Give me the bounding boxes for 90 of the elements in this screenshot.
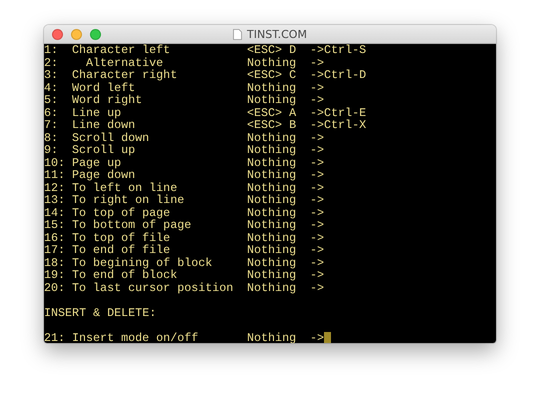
key-binding: Nothing	[247, 269, 298, 282]
key-mapping: ->	[310, 82, 324, 94]
command-label: To end of block	[72, 269, 178, 282]
command-label: To bottom of page	[72, 219, 192, 232]
command-label: Insert mode on/off	[72, 332, 198, 343]
command-label: To last cursor position	[72, 282, 234, 294]
key-mapping: ->	[310, 194, 324, 206]
line-number: 18:	[44, 256, 65, 269]
command-label: Character left	[72, 44, 170, 56]
line-number: 3:	[44, 69, 58, 82]
key-mapping: ->	[310, 169, 324, 182]
key-binding: Nothing	[247, 94, 298, 106]
key-mapping: ->	[310, 132, 324, 144]
key-binding: Nothing	[247, 169, 298, 182]
key-mapping: ->	[310, 244, 324, 256]
key-binding: Nothing	[247, 332, 298, 343]
line-number: 7:	[44, 119, 58, 132]
key-binding: Nothing	[247, 282, 298, 294]
line-number: 9:	[44, 144, 58, 156]
key-binding: Nothing	[247, 244, 298, 256]
document-icon	[233, 28, 242, 40]
key-mapping: ->Ctrl-E	[310, 106, 366, 119]
command-label: To top of file	[72, 232, 170, 244]
line-number: 1:	[44, 44, 58, 56]
line-number: 11:	[44, 169, 65, 182]
key-mapping: ->Ctrl-S	[310, 44, 366, 56]
key-mapping: ->	[310, 256, 324, 269]
key-mapping: ->	[310, 282, 324, 294]
line-number: 4:	[44, 82, 58, 94]
section-heading: INSERT & DELETE:	[44, 306, 156, 319]
key-binding: <ESC> D	[247, 44, 298, 56]
command-label: Line down	[72, 119, 136, 132]
command-label: Line up	[72, 106, 122, 119]
key-mapping: ->	[310, 156, 324, 169]
key-binding: Nothing	[247, 232, 298, 244]
key-mapping: ->Ctrl-D	[310, 69, 366, 82]
key-mapping: ->	[310, 332, 324, 343]
key-mapping: ->	[310, 56, 324, 69]
key-binding: <ESC> C	[247, 69, 298, 82]
line-number: 13:	[44, 194, 65, 206]
key-mapping: ->	[310, 144, 324, 156]
zoom-button[interactable]	[90, 29, 101, 40]
key-binding: Nothing	[247, 144, 298, 156]
command-label: Page up	[72, 156, 122, 169]
line-number: 21:	[44, 332, 65, 343]
command-label: To end of file	[72, 244, 170, 256]
key-mapping: ->	[310, 219, 324, 232]
line-number: 5:	[44, 94, 58, 106]
key-mapping: ->	[310, 269, 324, 282]
command-label: To left on line	[72, 182, 178, 194]
key-binding: Nothing	[247, 82, 298, 94]
key-binding: Nothing	[247, 56, 298, 69]
command-label: Word right	[72, 94, 142, 106]
close-button[interactable]	[52, 29, 63, 40]
key-binding: Nothing	[247, 256, 298, 269]
command-label: Scroll down	[72, 132, 150, 144]
key-binding: Nothing	[247, 132, 298, 144]
command-label: Character right	[72, 69, 178, 82]
line-number: 12:	[44, 182, 65, 194]
key-mapping: ->	[310, 182, 324, 194]
key-mapping: ->	[310, 94, 324, 106]
key-binding: Nothing	[247, 182, 298, 194]
command-label: Page down	[72, 169, 136, 182]
line-number: 20:	[44, 282, 65, 294]
key-binding: Nothing	[247, 194, 298, 206]
command-label: Word left	[72, 82, 136, 94]
key-binding: <ESC> A	[247, 106, 298, 119]
line-number: 15:	[44, 219, 65, 232]
line-number: 19:	[44, 269, 65, 282]
line-number: 14:	[44, 206, 65, 219]
key-mapping: ->	[310, 232, 324, 244]
key-binding: Nothing	[247, 206, 298, 219]
key-mapping: ->	[310, 206, 324, 219]
key-binding: Nothing	[247, 219, 298, 232]
command-label: To right on line	[72, 194, 184, 206]
key-binding: Nothing	[247, 156, 298, 169]
command-label: Scroll up	[72, 144, 136, 156]
line-number: 10:	[44, 156, 65, 169]
key-mapping: ->Ctrl-X	[310, 119, 366, 132]
command-label: To top of page	[72, 206, 170, 219]
key-binding: <ESC> B	[247, 119, 298, 132]
line-number: 2:	[44, 56, 58, 69]
line-number: 16:	[44, 232, 65, 244]
window-title: TINST.COM	[247, 28, 307, 40]
minimize-button[interactable]	[71, 29, 82, 40]
line-number: 8:	[44, 132, 58, 144]
command-label: To begining of block	[72, 256, 212, 269]
line-number: 17:	[44, 244, 65, 256]
line-number: 6:	[44, 106, 58, 119]
command-label: Alternative	[85, 56, 164, 69]
